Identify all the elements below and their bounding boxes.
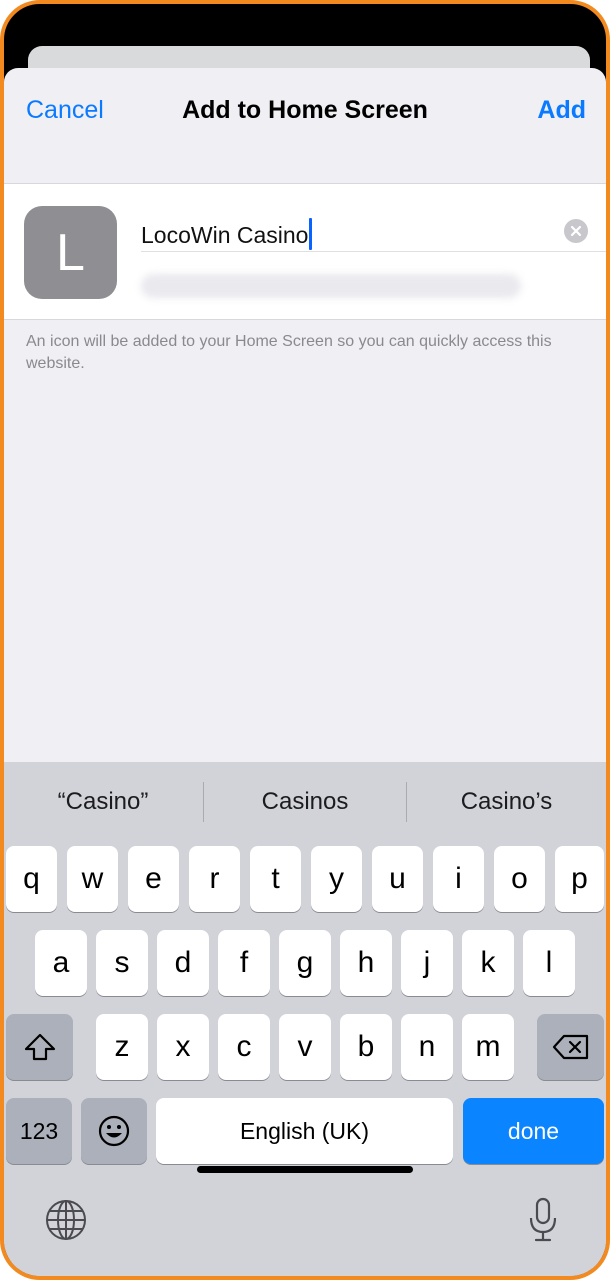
key-g[interactable]: g — [279, 930, 331, 996]
app-icon-preview: L — [24, 206, 117, 299]
key-d[interactable]: d — [157, 930, 209, 996]
key-b[interactable]: b — [340, 1014, 392, 1080]
key-a[interactable]: a — [35, 930, 87, 996]
emoji-icon — [98, 1115, 130, 1147]
key-n[interactable]: n — [401, 1014, 453, 1080]
key-e[interactable]: e — [128, 846, 179, 912]
key-w[interactable]: w — [67, 846, 118, 912]
suggestion-item[interactable]: Casinos — [204, 782, 406, 822]
key-m[interactable]: m — [462, 1014, 514, 1080]
key-x[interactable]: x — [157, 1014, 209, 1080]
microphone-icon — [529, 1197, 557, 1242]
device-frame: Cancel Add to Home Screen Add L LocoWin … — [0, 0, 610, 1280]
done-key[interactable]: done — [463, 1098, 604, 1164]
key-i[interactable]: i — [433, 846, 484, 912]
clear-text-icon[interactable] — [564, 219, 588, 243]
suggestion-item[interactable]: “Casino” — [4, 782, 202, 822]
name-field[interactable]: LocoWin Casino — [141, 202, 606, 252]
globe-icon — [46, 1200, 86, 1240]
key-r[interactable]: r — [189, 846, 240, 912]
key-j[interactable]: j — [401, 930, 453, 996]
shift-key[interactable] — [6, 1014, 73, 1080]
bookmark-card: L LocoWin Casino — [4, 183, 606, 320]
key-s[interactable]: s — [96, 930, 148, 996]
key-u[interactable]: u — [372, 846, 423, 912]
hint-text: An icon will be added to your Home Scree… — [26, 333, 552, 372]
navigation-bar: Cancel Add to Home Screen Add — [4, 68, 606, 156]
key-c[interactable]: c — [218, 1014, 270, 1080]
key-h[interactable]: h — [340, 930, 392, 996]
globe-key[interactable] — [44, 1198, 88, 1242]
key-y[interactable]: y — [311, 846, 362, 912]
key-f[interactable]: f — [218, 930, 270, 996]
add-button[interactable]: Add — [537, 96, 586, 125]
keyboard: “Casino” Casinos Casino’s q w e r t y u … — [4, 762, 606, 1276]
add-to-home-sheet: Cancel Add to Home Screen Add L LocoWin … — [4, 68, 606, 1276]
key-v[interactable]: v — [279, 1014, 331, 1080]
shift-icon — [24, 1033, 55, 1061]
key-t[interactable]: t — [250, 846, 301, 912]
page-title: Add to Home Screen — [182, 96, 428, 124]
name-field-text: LocoWin Casino — [141, 218, 313, 250]
suggestion-item[interactable]: Casino’s — [407, 782, 606, 822]
key-k[interactable]: k — [462, 930, 514, 996]
backspace-key[interactable] — [537, 1014, 604, 1080]
key-o[interactable]: o — [494, 846, 545, 912]
suggestion-bar: “Casino” Casinos Casino’s — [4, 762, 606, 842]
key-l[interactable]: l — [523, 930, 575, 996]
home-indicator — [197, 1166, 413, 1173]
space-key[interactable]: English (UK) — [156, 1098, 453, 1164]
emoji-key[interactable] — [81, 1098, 147, 1164]
blurred-url — [141, 274, 521, 298]
key-z[interactable]: z — [96, 1014, 148, 1080]
text-caret — [309, 218, 313, 250]
key-q[interactable]: q — [6, 846, 57, 912]
dictation-key[interactable] — [526, 1196, 560, 1244]
numbers-key[interactable]: 123 — [6, 1098, 72, 1164]
key-p[interactable]: p — [555, 846, 604, 912]
backspace-icon — [552, 1034, 588, 1060]
